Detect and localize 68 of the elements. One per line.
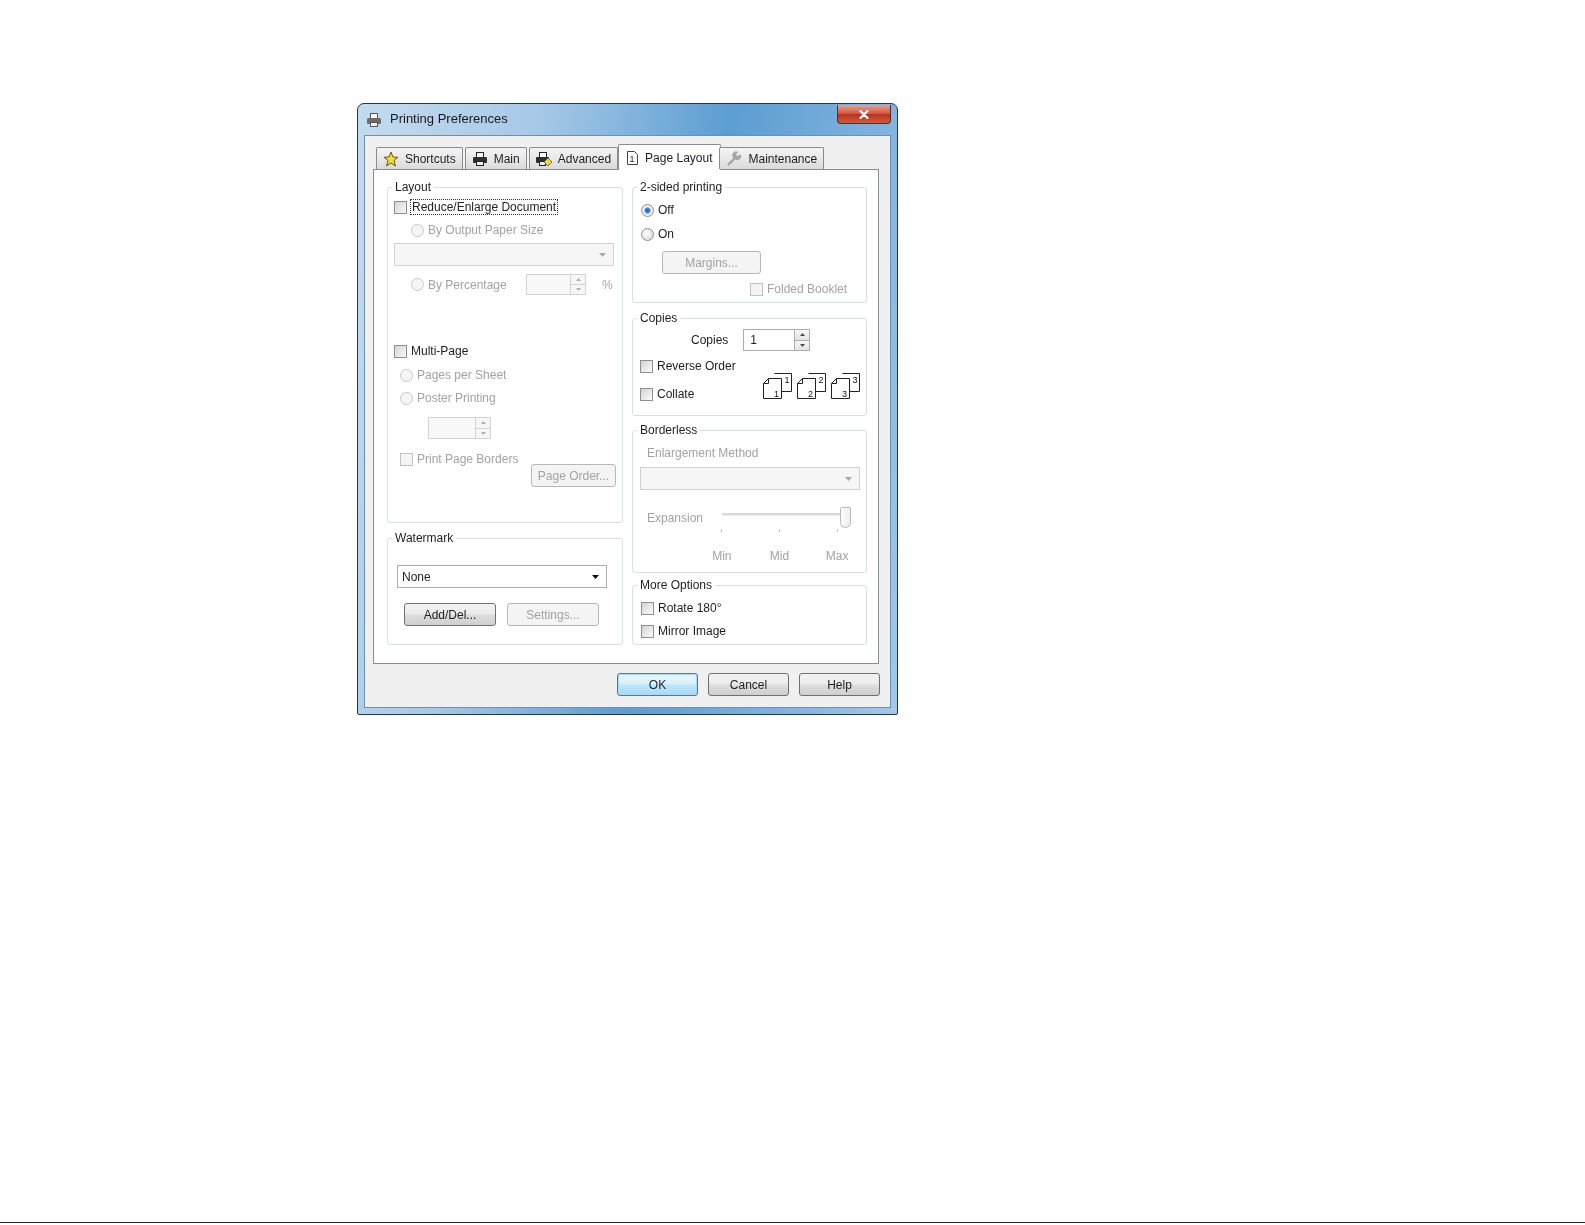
radio-label: Off [658,203,674,217]
caret-icon [592,574,599,579]
star-icon [383,150,399,167]
tab[interactable]: 1 Page Layout [618,144,722,170]
printer-icon [471,150,488,167]
add-del-button[interactable]: Add/Del... [404,603,496,626]
group-title: More Options [637,578,716,592]
checkbox-label: Reverse Order [657,359,736,373]
radio-button[interactable] [641,227,654,241]
checkbox[interactable] [640,359,653,373]
radio-button[interactable] [641,203,654,217]
printer-icon [366,112,382,128]
checkbox[interactable] [394,200,407,214]
checkbox-label: Collate [657,387,695,401]
tick-mark-icon [779,529,780,532]
checkbox-label: Folded Booklet [767,282,848,296]
down-arrow-icon [575,288,581,291]
scale-label: Min [711,549,733,563]
radio-label: Poster Printing [417,391,496,405]
close-button[interactable] [837,105,891,124]
group-title: 2-sided printing [637,180,726,194]
up-arrow-icon [480,421,486,425]
tab[interactable]: Maintenance [719,147,825,169]
down-arrow-icon [480,431,486,435]
tick-mark-icon [836,529,838,532]
watermark-dropdown[interactable]: None [397,565,607,588]
up-arrow-icon [799,333,805,337]
caret-icon [845,476,852,481]
spin-up-button[interactable] [794,329,811,340]
tick-mark-icon [721,529,723,532]
page-icon: 1 [626,149,640,166]
window-title: Printing Preferences [390,111,508,127]
scale-label: Mid [768,549,791,563]
checkbox[interactable] [394,344,407,358]
checkbox-label: Reduce/Enlarge Document [411,200,558,214]
checkbox-label: Print Page Borders [417,452,519,466]
dialog-button[interactable]: Cancel [708,673,789,696]
up-arrow-icon [575,278,581,281]
checkbox[interactable] [641,601,654,615]
close-icon [859,109,869,119]
percent-label: % [602,277,613,292]
expansion-label: Expansion [647,510,705,525]
radio-label: By Output Paper Size [428,223,544,237]
checkbox-label: Multi-Page [411,344,469,358]
scale-label: Max [824,549,850,563]
radio-label: Pages per Sheet [417,368,507,382]
checkbox[interactable] [641,624,654,638]
caret-icon [599,252,606,257]
group-title: Watermark [392,531,457,545]
printer-icon [535,150,552,167]
radio-label: On [658,227,674,241]
copies-label: Copies [691,333,729,347]
wrench-icon [726,150,743,167]
group-title: Copies [637,311,681,325]
dialog-button[interactable]: OK [617,673,698,696]
checkbox-label: Mirror Image [658,624,726,638]
checkbox-label: Rotate 180° [658,601,722,615]
tab[interactable]: Shortcuts [376,147,463,169]
down-arrow-icon [799,343,805,347]
radio-label: By Percentage [428,277,508,292]
group-title: Layout [392,180,435,194]
checkbox[interactable] [640,387,653,401]
tab[interactable]: Advanced [528,147,619,169]
dialog-button[interactable]: Help [799,673,880,696]
enlargement-method-label: Enlargement Method [647,446,760,460]
group-title: Borderless [637,423,701,437]
tab[interactable]: Main [464,147,527,169]
copies-field[interactable]: 1 [743,329,795,351]
